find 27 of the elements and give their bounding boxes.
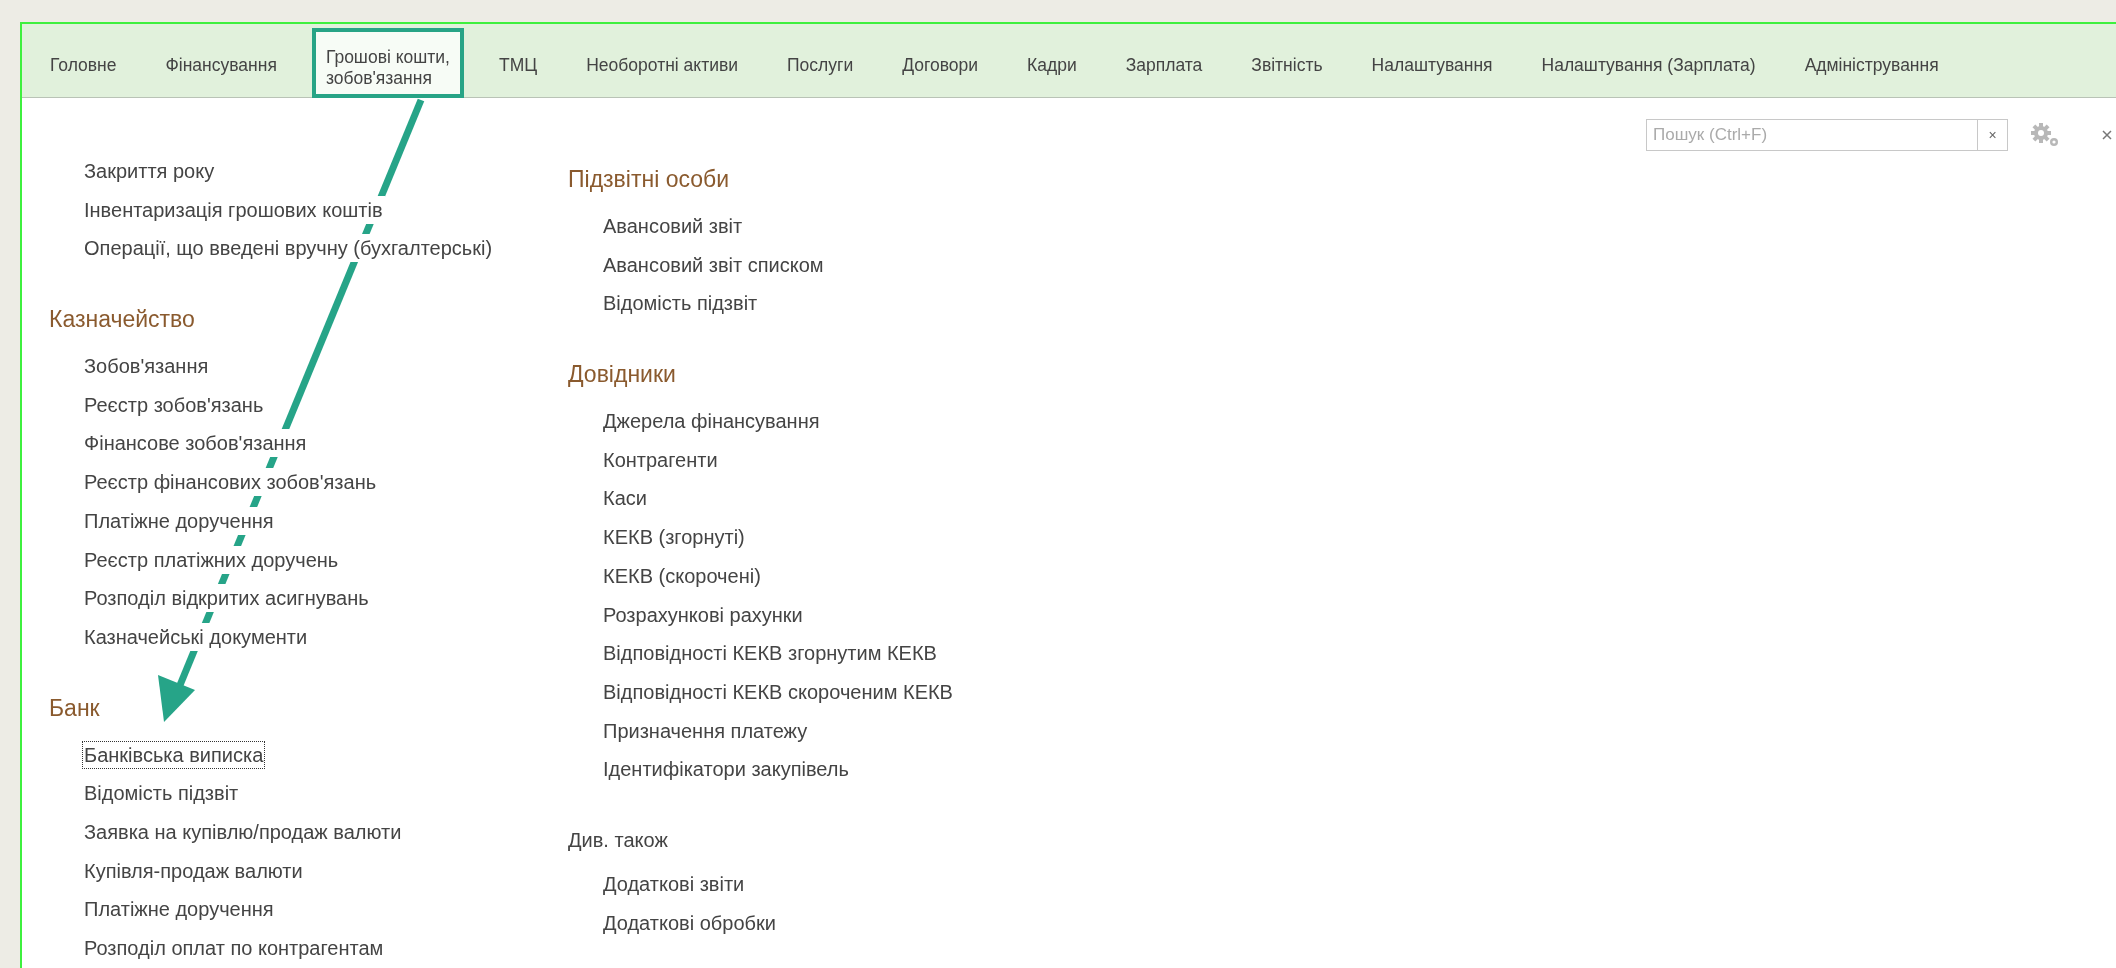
menu-link[interactable]: Реєстр фінансових зобов'язань bbox=[82, 468, 379, 497]
section-heading: Казначейство bbox=[49, 305, 196, 335]
section-heading: Див. також bbox=[568, 827, 669, 853]
section-heading: Підзвітні особи bbox=[568, 165, 731, 194]
close-icon[interactable] bbox=[2102, 130, 2112, 140]
menu-tab[interactable]: Договори bbox=[888, 24, 993, 90]
menu-tab[interactable]: Налаштування (Зарплата) bbox=[1527, 24, 1770, 90]
menu-link[interactable]: Платіжне доручення bbox=[82, 506, 276, 535]
menu-tab[interactable]: Звітність bbox=[1237, 24, 1337, 90]
menu-tab[interactable]: Кадри bbox=[1013, 24, 1091, 90]
menu-link[interactable]: Інвентаризація грошових коштів bbox=[82, 195, 385, 224]
menu-tab[interactable]: Послуги bbox=[773, 24, 868, 90]
menu-link[interactable]: Банківська виписка bbox=[82, 740, 266, 769]
menu-tab[interactable]: Головне bbox=[36, 24, 131, 90]
section-heading: Банк bbox=[49, 693, 101, 723]
menu-tab[interactable]: Налаштування bbox=[1357, 24, 1507, 90]
search-field[interactable]: Пошук (Ctrl+F) bbox=[1646, 119, 1978, 151]
menu-tab[interactable]: ТМЦ bbox=[484, 24, 552, 90]
menu-tab[interactable]: Фінансування bbox=[151, 24, 291, 90]
section-heading: Довідники bbox=[568, 360, 677, 390]
menu-tab[interactable]: Грошові кошти, зобов'язання bbox=[311, 28, 464, 98]
menu-link[interactable]: Реєстр платіжних доручень bbox=[82, 545, 341, 574]
menu-link[interactable]: Розподіл відкритих асигнувань bbox=[82, 584, 371, 613]
menu-tab[interactable]: Адміністрування bbox=[1790, 24, 1953, 90]
menu-tab[interactable]: Необоротні активи bbox=[572, 24, 752, 90]
clear-button[interactable]: × bbox=[1978, 119, 2008, 151]
menu-tab[interactable]: Зарплата bbox=[1111, 24, 1217, 90]
